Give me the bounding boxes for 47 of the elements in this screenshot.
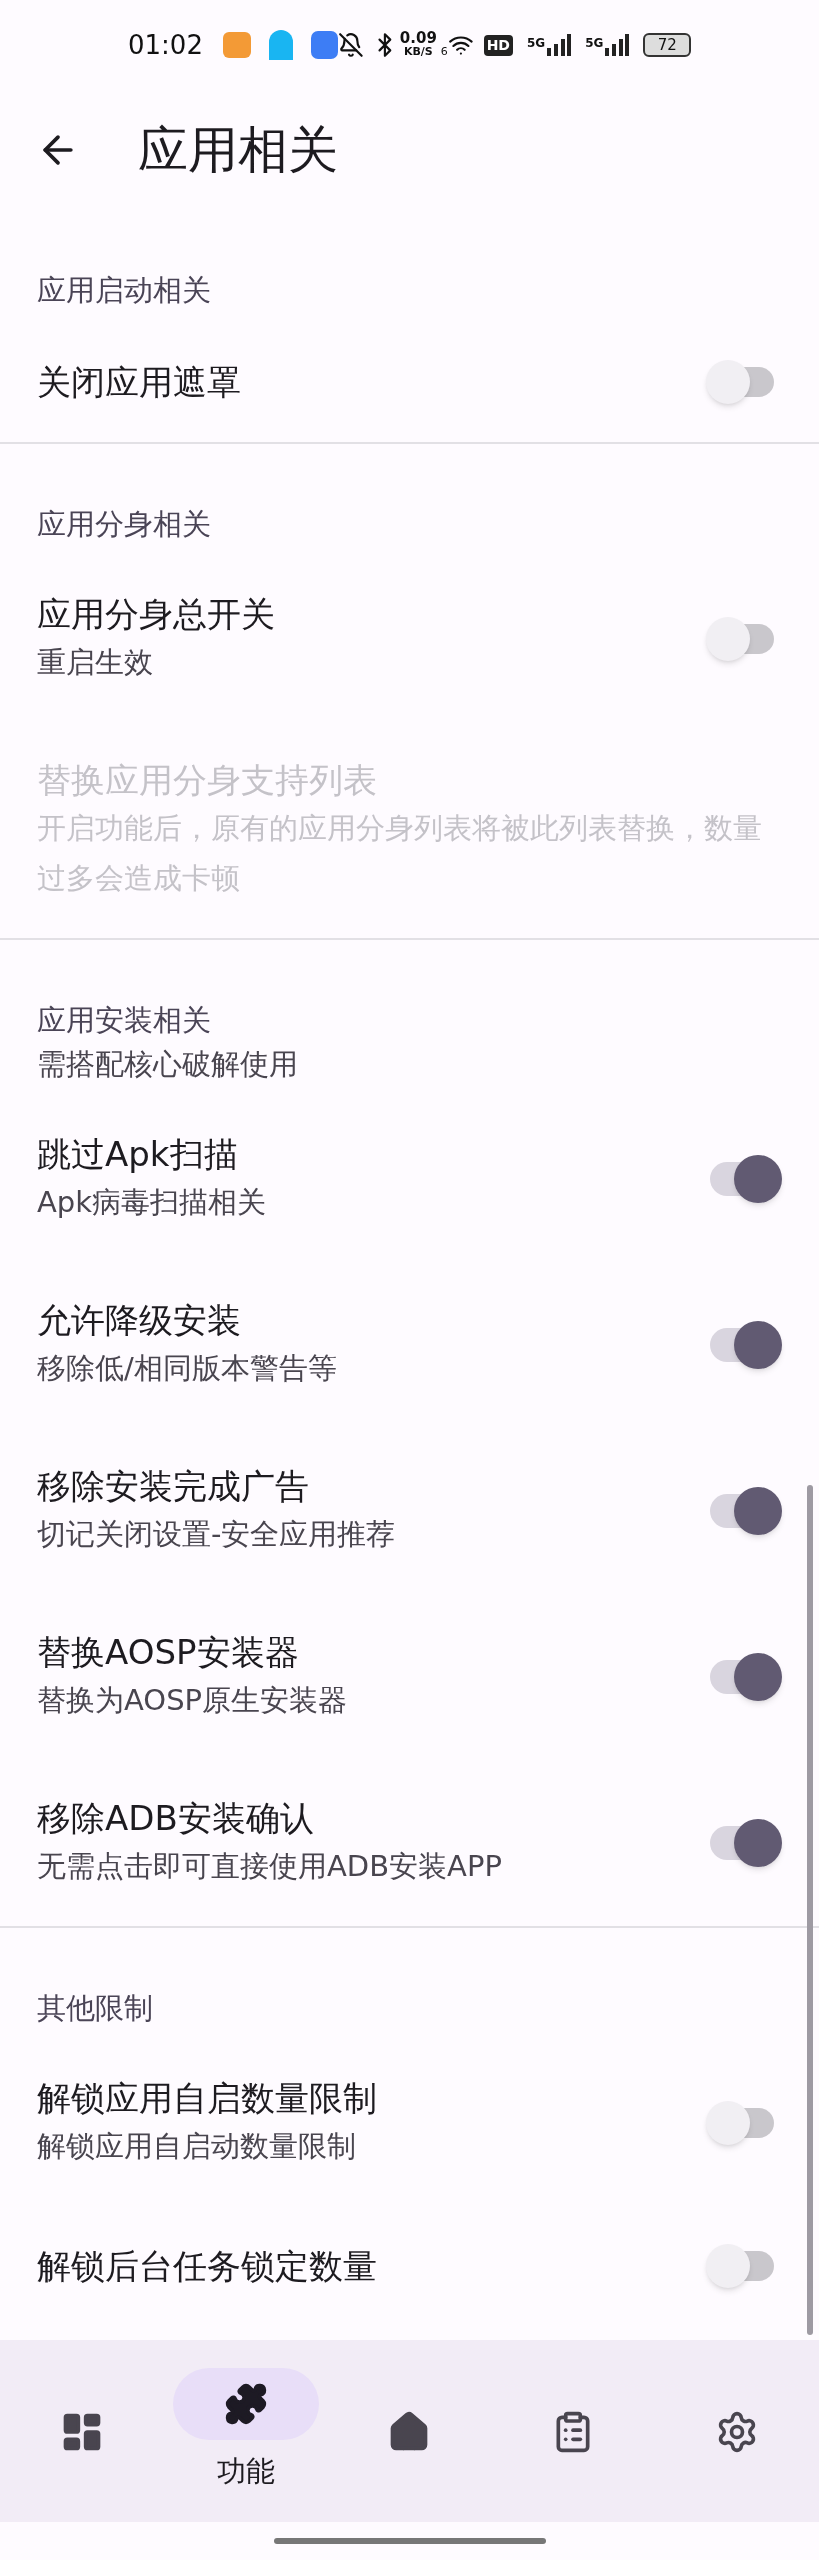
section-header: 应用启动相关 bbox=[37, 272, 212, 309]
setting-title: 关闭应用遮罩 bbox=[37, 361, 242, 404]
settings-row[interactable]: 解锁后台任务锁定数量 bbox=[0, 2206, 819, 2326]
network-type: 5G bbox=[526, 35, 546, 52]
signal-icon bbox=[547, 34, 572, 56]
mute-icon bbox=[338, 32, 365, 58]
section-header: 应用安装相关 bbox=[37, 1002, 212, 1039]
app-icon bbox=[310, 31, 339, 59]
setting-title: 移除ADB安装确认 bbox=[37, 1797, 315, 1840]
setting-title: 应用分身总开关 bbox=[37, 593, 276, 636]
section-subtitle: 需搭配核心破解使用 bbox=[37, 1046, 299, 1083]
setting-description: 切记关闭设置-安全应用推荐 bbox=[37, 1516, 397, 1553]
setting-description: Apk病毒扫描相关 bbox=[37, 1184, 268, 1221]
setting-title: 跳过Apk扫描 bbox=[37, 1133, 239, 1176]
wifi-label: 6 bbox=[440, 43, 448, 60]
settings-row[interactable]: 跳过Apk扫描 Apk病毒扫描相关 bbox=[0, 1096, 819, 1262]
nav-label: 功能 bbox=[216, 2453, 275, 2490]
puzzle-icon bbox=[223, 2382, 268, 2426]
setting-title: 解锁应用自启数量限制 bbox=[37, 2077, 378, 2120]
setting-title: 替换应用分身支持列表 bbox=[37, 759, 378, 802]
setting-description: 替换为AOSP原生安装器 bbox=[37, 1682, 349, 1719]
network-speed-unit: KB/S bbox=[403, 45, 433, 59]
settings-row[interactable]: 关闭应用遮罩 bbox=[0, 322, 819, 442]
signal-icon bbox=[605, 34, 630, 56]
page-title: 应用相关 bbox=[138, 119, 338, 181]
settings-row[interactable]: 移除ADB安装确认 无需点击即可直接使用ADB安装APP bbox=[0, 1760, 819, 1926]
setting-description: 重启生效 bbox=[37, 644, 154, 681]
setting-title: 替换AOSP安装器 bbox=[37, 1631, 300, 1674]
setting-title: 允许降级安装 bbox=[37, 1299, 242, 1342]
setting-description: 开启功能后，原有的应用分身列表将被此列表替换，数量过多会造成卡顿 bbox=[37, 810, 763, 897]
setting-description: 无需点击即可直接使用ADB安装APP bbox=[37, 1848, 503, 1885]
settings-row[interactable]: 替换AOSP安装器 替换为AOSP原生安装器 bbox=[0, 1594, 819, 1760]
settings-row[interactable]: 应用分身总开关 重启生效 bbox=[0, 556, 819, 722]
section-header: 应用分身相关 bbox=[37, 506, 212, 543]
settings-row[interactable]: 移除安装完成广告 切记关闭设置-安全应用推荐 bbox=[0, 1428, 819, 1594]
hd-badge: HD bbox=[483, 34, 513, 56]
setting-title: 移除安装完成广告 bbox=[37, 1465, 310, 1508]
section-header: 其他限制 bbox=[37, 1990, 154, 2027]
setting-description: 解锁应用自启动数量限制 bbox=[37, 2128, 357, 2165]
battery-indicator: 72 bbox=[643, 33, 691, 57]
setting-description: 移除低/相同版本警告等 bbox=[37, 1350, 338, 1387]
network-type: 5G bbox=[585, 35, 604, 52]
network-speed: 0.09 bbox=[399, 31, 437, 45]
setting-title: 解锁后台任务锁定数量 bbox=[37, 2245, 378, 2288]
status-time: 01:02 bbox=[128, 28, 203, 62]
settings-row[interactable]: 允许降级安装 移除低/相同版本警告等 bbox=[0, 1262, 819, 1428]
settings-row[interactable]: 解锁应用自启数量限制 解锁应用自启动数量限制 bbox=[0, 2040, 819, 2206]
